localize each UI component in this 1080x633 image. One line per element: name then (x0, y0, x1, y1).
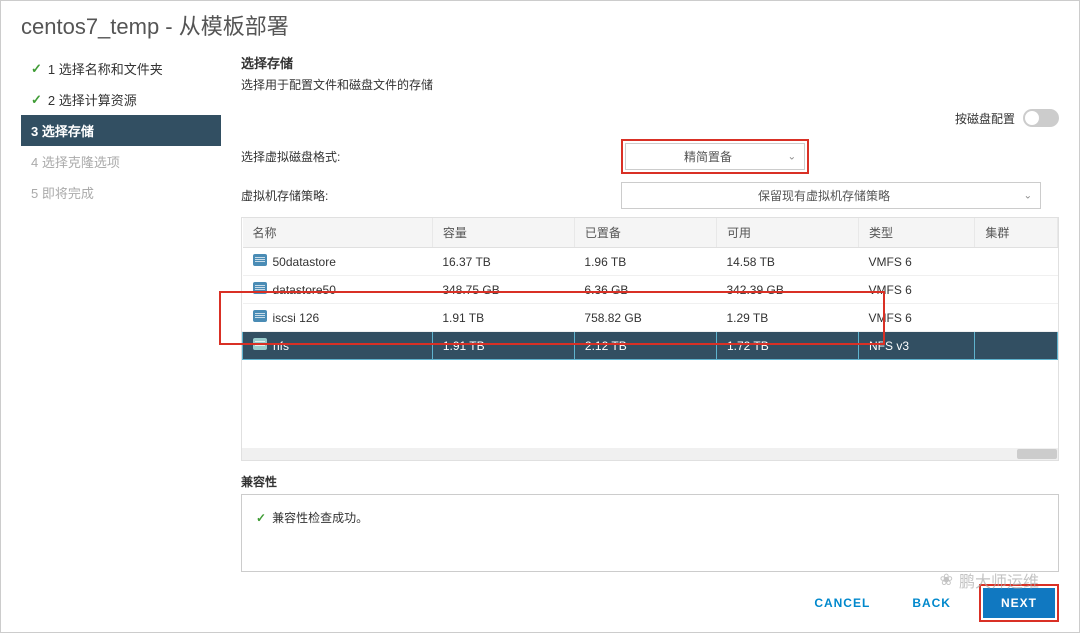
table-cell: datastore50 (243, 276, 433, 304)
check-icon: ✓ (256, 511, 266, 525)
table-cell: 1.91 TB (432, 304, 574, 332)
table-body: 50datastore16.37 TB1.96 TB14.58 TBVMFS 6… (243, 248, 1058, 360)
table-cell: VMFS 6 (859, 276, 975, 304)
disk-format-value: 精简置备 (684, 150, 732, 164)
table-cell (975, 332, 1058, 360)
table-cell: nfs (243, 332, 433, 360)
section-title: 选择存储 (241, 53, 1059, 72)
datastore-scroll[interactable]: 名称容量已置备可用类型集群 50datastore16.37 TB1.96 TB… (242, 218, 1058, 448)
col-header[interactable]: 可用 (716, 218, 858, 248)
col-header[interactable]: 名称 (243, 218, 433, 248)
disk-format-label: 选择虚拟磁盘格式: (241, 148, 621, 165)
col-header[interactable]: 集群 (975, 218, 1058, 248)
datastore-table: 名称容量已置备可用类型集群 50datastore16.37 TB1.96 TB… (242, 218, 1058, 360)
disk-format-dropdown[interactable]: 精简置备 ⌄ (625, 143, 805, 170)
table-cell: NFS v3 (859, 332, 975, 360)
back-button[interactable]: BACK (898, 588, 965, 618)
table-header-row: 名称容量已置备可用类型集群 (243, 218, 1058, 248)
table-row[interactable]: datastore50348.75 GB6.36 GB342.39 GBVMFS… (243, 276, 1058, 304)
chevron-down-icon: ⌄ (788, 151, 796, 162)
per-disk-toggle[interactable] (1023, 109, 1059, 127)
per-disk-config-row: 按磁盘配置 (241, 109, 1059, 127)
storage-policy-value: 保留现有虚拟机存储策略 (758, 189, 890, 203)
table-cell: iscsi 126 (243, 304, 433, 332)
table-cell: 50datastore (243, 248, 433, 276)
col-header[interactable]: 类型 (859, 218, 975, 248)
dialog-content: ✓ 1 选择名称和文件夹✓ 2 选择计算资源 3 选择存储 4 选择克隆选项 5… (1, 53, 1079, 572)
table-cell: 1.72 TB (716, 332, 858, 360)
horizontal-scrollbar[interactable] (242, 448, 1058, 460)
datastore-icon (253, 338, 267, 350)
wizard-step-5: 5 即将完成 (21, 177, 221, 208)
highlight-disk-format: 精简置备 ⌄ (621, 139, 809, 174)
table-cell (975, 276, 1058, 304)
table-cell: 6.36 GB (574, 276, 716, 304)
storage-policy-dropdown[interactable]: 保留现有虚拟机存储策略 ⌄ (621, 182, 1041, 209)
storage-policy-label: 虚拟机存储策略: (241, 187, 621, 204)
wizard-step-2[interactable]: ✓ 2 选择计算资源 (21, 84, 221, 115)
table-cell: VMFS 6 (859, 248, 975, 276)
table-cell: 2.12 TB (574, 332, 716, 360)
wizard-steps: ✓ 1 选择名称和文件夹✓ 2 选择计算资源 3 选择存储 4 选择克隆选项 5… (21, 53, 221, 572)
check-icon: ✓ (31, 92, 42, 108)
check-icon: ✓ (31, 61, 42, 77)
table-cell: VMFS 6 (859, 304, 975, 332)
cancel-button[interactable]: CANCEL (800, 588, 884, 618)
watermark-text: 鹏大师运维 (959, 568, 1039, 592)
table-cell: 758.82 GB (574, 304, 716, 332)
table-cell: 348.75 GB (432, 276, 574, 304)
deploy-from-template-dialog: centos7_temp - 从模板部署 ✓ 1 选择名称和文件夹✓ 2 选择计… (0, 0, 1080, 633)
compat-box: ✓ 兼容性检查成功。 (241, 494, 1059, 572)
table-cell: 1.91 TB (432, 332, 574, 360)
wizard-step-1[interactable]: ✓ 1 选择名称和文件夹 (21, 53, 221, 84)
table-cell (975, 248, 1058, 276)
wizard-step-3[interactable]: 3 选择存储 (21, 115, 221, 146)
table-row[interactable]: iscsi 1261.91 TB758.82 GB1.29 TBVMFS 6 (243, 304, 1058, 332)
wizard-step-4: 4 选择克隆选项 (21, 146, 221, 177)
table-row[interactable]: 50datastore16.37 TB1.96 TB14.58 TBVMFS 6 (243, 248, 1058, 276)
wechat-icon: ❀ (940, 570, 953, 590)
table-cell (975, 304, 1058, 332)
table-row[interactable]: nfs1.91 TB2.12 TB1.72 TBNFS v3 (243, 332, 1058, 360)
table-cell: 16.37 TB (432, 248, 574, 276)
compat-message: ✓ 兼容性检查成功。 (256, 509, 1044, 526)
datastore-table-wrap: 名称容量已置备可用类型集群 50datastore16.37 TB1.96 TB… (241, 217, 1059, 461)
storage-policy-row: 虚拟机存储策略: 保留现有虚拟机存储策略 ⌄ (241, 182, 1059, 209)
scroll-thumb[interactable] (1017, 449, 1057, 459)
section-desc: 选择用于配置文件和磁盘文件的存储 (241, 76, 1059, 93)
col-header[interactable]: 容量 (432, 218, 574, 248)
compat-title: 兼容性 (241, 473, 1059, 490)
table-cell: 1.96 TB (574, 248, 716, 276)
main-panel: 选择存储 选择用于配置文件和磁盘文件的存储 按磁盘配置 选择虚拟磁盘格式: 精简… (221, 53, 1059, 572)
col-header[interactable]: 已置备 (574, 218, 716, 248)
table-cell: 14.58 TB (716, 248, 858, 276)
compat-text: 兼容性检查成功。 (272, 511, 368, 525)
disk-format-row: 选择虚拟磁盘格式: 精简置备 ⌄ (241, 139, 1059, 174)
dialog-title: centos7_temp - 从模板部署 (1, 1, 1079, 53)
table-cell: 342.39 GB (716, 276, 858, 304)
table-cell: 1.29 TB (716, 304, 858, 332)
watermark: ❀ 鹏大师运维 (940, 568, 1039, 592)
datastore-icon (253, 310, 267, 322)
next-button[interactable]: NEXT (983, 588, 1055, 618)
datastore-icon (253, 254, 267, 266)
per-disk-label: 按磁盘配置 (955, 110, 1015, 127)
datastore-icon (253, 282, 267, 294)
chevron-down-icon: ⌄ (1024, 190, 1032, 201)
